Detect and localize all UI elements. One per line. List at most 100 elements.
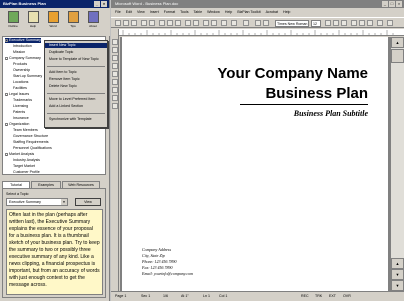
tab-web-resources[interactable]: Web Resources [62,181,100,188]
tree-node[interactable]: Staffing Requirements [13,140,49,145]
open-icon[interactable] [123,20,129,26]
context-menu-item[interactable]: Synchronize with Template [45,117,107,122]
menu-item[interactable]: Help [283,10,290,14]
tree-expander-icon[interactable]: - [5,56,8,60]
paste-icon[interactable] [175,20,181,26]
context-menu-item[interactable]: Add Item to Topic [45,70,107,75]
context-menu-item[interactable]: Move to Level Preferred Item [45,97,107,102]
cut-icon[interactable] [159,20,165,26]
align-center-icon[interactable] [359,20,365,26]
tool-icon[interactable] [112,79,118,85]
bullets-icon[interactable] [377,20,383,26]
save-icon[interactable] [131,20,137,26]
horizontal-ruler[interactable] [119,29,404,36]
print-icon[interactable] [141,20,147,26]
tree-node[interactable]: - Executive Summary [5,38,41,43]
numbering-icon[interactable] [387,20,393,26]
align-left-icon[interactable] [351,20,357,26]
chevron-down-icon[interactable]: ▼ [61,199,67,205]
context-menu-item[interactable]: Move to Template of New Topic [45,57,107,62]
tool-icon[interactable] [112,87,118,93]
style-icon[interactable] [243,20,249,26]
tool-icon[interactable] [112,47,118,53]
plan-subtitle[interactable]: Business Plan Subtitle [294,109,368,118]
font-select[interactable]: Times New Roman [275,20,309,27]
tool-icon[interactable] [112,71,118,77]
context-menu-item[interactable]: Duplicate Topic [45,50,107,55]
tool-icon[interactable] [112,95,118,101]
tree-node[interactable]: Locations [13,80,28,85]
about-button[interactable]: About [84,10,102,34]
vertical-scrollbar[interactable]: ▲ ▲ ▼ ▼ [390,37,404,291]
maximize-icon[interactable]: □ [389,1,395,7]
tips-button[interactable]: Tips [64,10,82,34]
tab-examples[interactable]: Examples [31,181,61,188]
tree-node[interactable]: Customer Profile [13,170,40,174]
view-button[interactable]: View [75,198,101,206]
scroll-up-icon[interactable]: ▲ [391,37,404,48]
table-icon[interactable] [203,20,209,26]
menu-item[interactable]: Help [225,10,232,14]
menu-item[interactable]: BizPlan Toolkit [237,10,260,14]
scroll-thumb[interactable] [391,49,404,63]
menu-item[interactable]: View [137,10,145,14]
tree-expander-icon[interactable]: - [5,152,8,156]
tree-node[interactable]: Licensing [13,104,28,109]
font-size-select[interactable]: 12 [311,20,321,27]
tool-icon[interactable] [112,63,118,69]
tree-expander-icon[interactable]: - [5,122,8,126]
word-button[interactable]: Word [44,10,62,34]
columns-icon[interactable] [211,20,217,26]
menu-item[interactable]: Insert [150,10,159,14]
italic-icon[interactable] [333,20,339,26]
align-right-icon[interactable] [367,20,373,26]
menu-item[interactable]: Acrobat [266,10,278,14]
menu-item[interactable]: Tools [180,10,188,14]
context-menu-item[interactable]: Remove Item Topic [45,77,107,82]
tree-node[interactable]: Facilities [13,86,27,91]
tree-node[interactable]: - Market Analysis [5,152,34,157]
preview-icon[interactable] [149,20,155,26]
next-page-icon[interactable]: ▼ [391,269,404,280]
tree-node[interactable]: Mission [13,50,25,55]
scroll-down-icon[interactable]: ▼ [391,280,404,291]
tree-node[interactable]: Start-up Summary [13,74,42,79]
redo-icon[interactable] [193,20,199,26]
tree-node[interactable]: Personnel Qualifications [13,146,52,151]
bold-icon[interactable] [325,20,331,26]
tree-expander-icon[interactable]: - [5,92,8,96]
plan-title-heading[interactable]: Business Plan [265,85,368,102]
tree-node[interactable]: Trademarks [13,98,32,103]
tree-node[interactable]: Industry Analysis [13,158,40,163]
tree-expander-icon[interactable]: - [5,38,8,42]
company-name-heading[interactable]: Your Company Name [217,65,368,82]
menu-item[interactable]: Window [207,10,220,14]
minimize-icon[interactable]: _ [94,1,100,7]
underline-icon[interactable] [341,20,347,26]
document-area[interactable]: Your Company Name Business Plan Business… [120,37,390,291]
help-icon[interactable] [231,20,237,26]
menu-item[interactable]: Edit [126,10,132,14]
company-address-block[interactable]: Company Address City, State Zip Phone: 123… [142,247,193,277]
menu-item[interactable]: Table [194,10,203,14]
context-menu-item[interactable]: Insert New Topic [45,43,107,48]
zoom-icon[interactable] [221,20,227,26]
tree-node[interactable]: Governance Structure [13,134,48,139]
tree-node[interactable]: Introduction [13,44,32,49]
close-icon[interactable]: × [396,1,402,7]
tree-node[interactable]: Target Market [13,164,35,169]
tree-node[interactable]: - Organization [5,122,29,127]
help-button[interactable]: Help [24,10,42,34]
copy-icon[interactable] [167,20,173,26]
menu-item[interactable]: Format [164,10,175,14]
tree-node[interactable]: - Legal Issues [5,92,29,97]
minimize-icon[interactable]: _ [382,1,388,7]
close-icon[interactable]: × [101,1,107,7]
menu-item[interactable]: File [115,10,121,14]
prev-page-icon[interactable]: ▲ [391,258,404,269]
draw-icon[interactable] [255,20,261,26]
tree-node[interactable]: Team Members [13,128,38,133]
map-icon[interactable] [263,20,269,26]
document-page[interactable]: Your Company Name Business Plan Business… [122,37,388,291]
tool-icon[interactable] [112,39,118,45]
